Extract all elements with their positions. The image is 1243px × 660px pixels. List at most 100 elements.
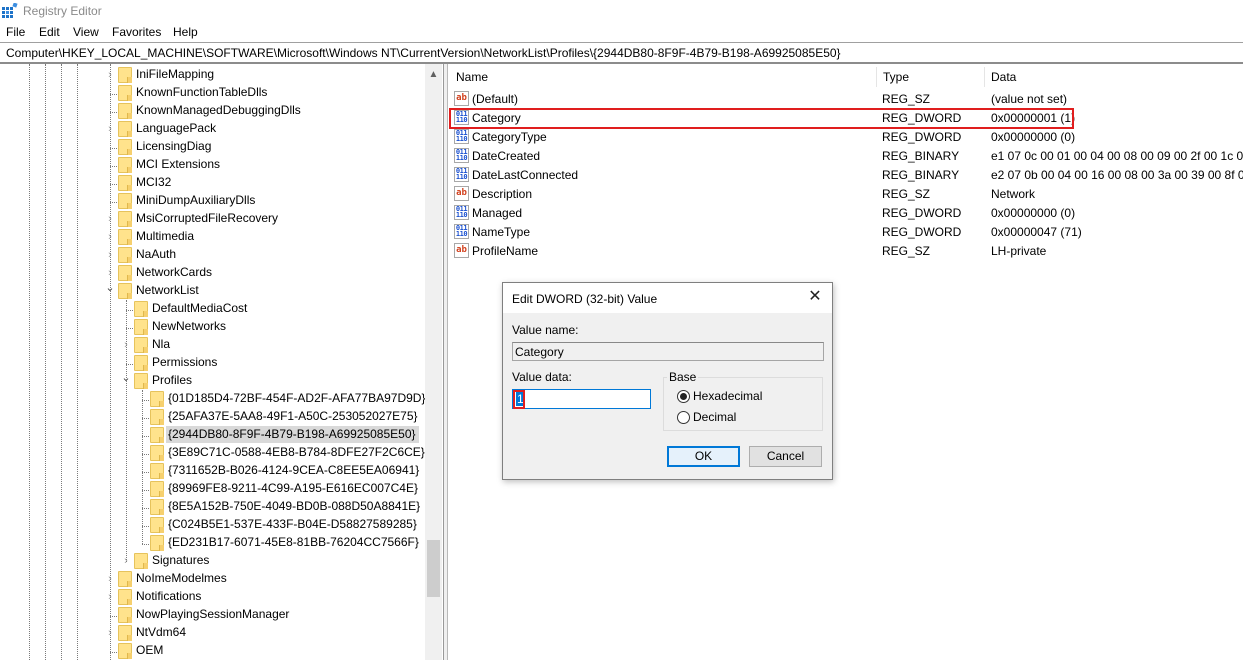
tree-item-label[interactable]: MCI Extensions [134,156,223,173]
tree-item[interactable]: › NoImeModelmes [0,570,425,588]
tree-item[interactable]: › IniFileMapping [0,66,425,84]
tree-item-label[interactable]: {3E89C71C-0588-4EB8-B784-8DFE27F2C6CE} [166,444,428,461]
tree-item-label[interactable]: KnownManagedDebuggingDlls [134,102,304,119]
tree-item[interactable]: MCI Extensions [0,156,425,174]
column-header-type[interactable]: Type [883,70,909,84]
value-row[interactable]: 011 110 NameType REG_DWORD 0x00000047 (71) [448,222,1243,241]
tree-item-label[interactable]: MsiCorruptedFileRecovery [134,210,281,227]
tree-item-label[interactable]: Nla [150,336,173,353]
menu-help[interactable]: Help [173,25,198,39]
tree-item[interactable]: DefaultMediaCost [0,300,425,318]
tree-item-label[interactable]: MCI32 [134,174,174,191]
tree-item-label[interactable]: {C024B5E1-537E-433F-B04E-D58827589285} [166,516,420,533]
string-value-icon: ab [454,186,469,201]
tree-item[interactable]: {89969FE8-9211-4C99-A195-E616EC007C4E} [0,480,425,498]
tree-item[interactable]: › Multimedia [0,228,425,246]
tree-item-label[interactable]: {8E5A152B-750E-4049-BD0B-088D50A8841E} [166,498,423,515]
tree-item-label[interactable]: {2944DB80-8F9F-4B79-B198-A69925085E50} [166,426,419,443]
tree-item[interactable]: NowPlayingSessionManager [0,606,425,624]
tree-item-label[interactable]: LicensingDiag [134,138,214,155]
tree-item-label[interactable]: Notifications [134,588,204,605]
tree-item[interactable]: › Signatures [0,552,425,570]
tree-item[interactable]: {2944DB80-8F9F-4B79-B198-A69925085E50} [0,426,425,444]
tree-item-label[interactable]: {89969FE8-9211-4C99-A195-E616EC007C4E} [166,480,421,497]
value-data-input[interactable]: 1 [512,389,651,409]
cancel-button[interactable]: Cancel [749,446,822,467]
menu-edit[interactable]: Edit [39,25,60,39]
menu-file[interactable]: File [6,25,25,39]
tree-item-label[interactable]: {7311652B-B026-4124-9CEA-C8EE5EA06941} [166,462,422,479]
close-icon[interactable]: ✕ [806,288,824,306]
hexadecimal-radio[interactable] [677,390,690,403]
tree-item-label[interactable]: NetworkCards [134,264,215,281]
tree-item-label[interactable]: NetworkList [134,282,202,299]
menu-favorites[interactable]: Favorites [112,25,161,39]
tree-item[interactable]: MCI32 [0,174,425,192]
value-row[interactable]: ab (Default) REG_SZ (value not set) [448,89,1243,108]
tree-item-label[interactable]: NtVdm64 [134,624,189,641]
column-divider[interactable] [984,67,985,87]
value-row[interactable]: 011 110 DateLastConnected REG_BINARY e2 07 0… [448,165,1243,184]
decimal-radio[interactable] [677,411,690,424]
tree-item-label[interactable]: NewNetworks [150,318,229,335]
tree-item-label[interactable]: IniFileMapping [134,66,217,83]
tree-item-label[interactable]: LanguagePack [134,120,219,137]
tree-item[interactable]: › NaAuth [0,246,425,264]
scroll-up-arrow-icon[interactable]: ▲ [425,66,442,83]
tree-item[interactable]: {7311652B-B026-4124-9CEA-C8EE5EA06941} [0,462,425,480]
tree-item-label[interactable]: NaAuth [134,246,179,263]
value-row[interactable]: 011 110 DateCreated REG_BINARY e1 07 0c 00 0… [448,146,1243,165]
value-row[interactable]: ab Description REG_SZ Network [448,184,1243,203]
tree-item[interactable]: › NetworkCards [0,264,425,282]
tree-item[interactable]: Permissions [0,354,425,372]
value-data: LH-private [991,244,1047,258]
tree-item-label[interactable]: Permissions [150,354,220,371]
tree-item-label[interactable]: KnownFunctionTableDlls [134,84,270,101]
tree-scrollbar[interactable]: ▲ [425,64,442,660]
value-row[interactable]: ab ProfileName REG_SZ LH-private [448,241,1243,260]
column-header-data[interactable]: Data [991,70,1016,84]
tree-item[interactable]: › LanguagePack [0,120,425,138]
tree-item[interactable]: {ED231B17-6071-45E8-81BB-76204CC7566F} [0,534,425,552]
column-divider[interactable] [876,67,877,87]
column-header-name[interactable]: Name [456,70,488,84]
ok-button[interactable]: OK [667,446,740,467]
tree-item[interactable]: MiniDumpAuxiliaryDlls [0,192,425,210]
address-path[interactable]: Computer\HKEY_LOCAL_MACHINE\SOFTWARE\Mic… [6,46,841,60]
address-bar[interactable]: Computer\HKEY_LOCAL_MACHINE\SOFTWARE\Mic… [0,42,1243,64]
tree-item[interactable]: KnownManagedDebuggingDlls [0,102,425,120]
value-row[interactable]: 011 110 CategoryType REG_DWORD 0x00000000 (0… [448,127,1243,146]
tree-item[interactable]: KnownFunctionTableDlls [0,84,425,102]
tree-item-label[interactable]: {25AFA37E-5AA8-49F1-A50C-253052027E75} [166,408,421,425]
tree-item[interactable]: › MsiCorruptedFileRecovery [0,210,425,228]
menu-view[interactable]: View [73,25,99,39]
tree-item[interactable]: › Notifications [0,588,425,606]
hexadecimal-label[interactable]: Hexadecimal [693,389,762,403]
key-tree[interactable]: › IniFileMapping KnownFunctionTableDlls Kno… [0,64,443,660]
tree-item-label[interactable]: MiniDumpAuxiliaryDlls [134,192,258,209]
tree-item[interactable]: {01D185D4-72BF-454F-AD2F-AFA77BA97D9D} [0,390,425,408]
tree-item[interactable]: NewNetworks [0,318,425,336]
tree-item[interactable]: {C024B5E1-537E-433F-B04E-D58827589285} [0,516,425,534]
tree-item[interactable]: LicensingDiag [0,138,425,156]
tree-item-label[interactable]: Profiles [150,372,195,389]
tree-item[interactable]: {8E5A152B-750E-4049-BD0B-088D50A8841E} [0,498,425,516]
tree-item[interactable]: OEM [0,642,425,660]
tree-item-label[interactable]: {ED231B17-6071-45E8-81BB-76204CC7566F} [166,534,422,551]
tree-item[interactable]: ⌄ NetworkList [0,282,425,300]
tree-item-label[interactable]: OEM [134,642,166,659]
scrollbar-thumb[interactable] [427,540,440,597]
tree-item[interactable]: ⌄ Profiles [0,372,425,390]
tree-item-label[interactable]: Multimedia [134,228,197,245]
tree-item-label[interactable]: Signatures [150,552,212,569]
tree-item-label[interactable]: NowPlayingSessionManager [134,606,292,623]
tree-item-label[interactable]: DefaultMediaCost [150,300,250,317]
decimal-label[interactable]: Decimal [693,410,736,424]
tree-item[interactable]: › Nla [0,336,425,354]
tree-item[interactable]: {25AFA37E-5AA8-49F1-A50C-253052027E75} [0,408,425,426]
value-row[interactable]: 011 110 Managed REG_DWORD 0x00000000 (0) [448,203,1243,222]
tree-item[interactable]: › NtVdm64 [0,624,425,642]
tree-item-label[interactable]: {01D185D4-72BF-454F-AD2F-AFA77BA97D9D} [166,390,428,407]
tree-item-label[interactable]: NoImeModelmes [134,570,230,587]
tree-item[interactable]: {3E89C71C-0588-4EB8-B784-8DFE27F2C6CE} [0,444,425,462]
